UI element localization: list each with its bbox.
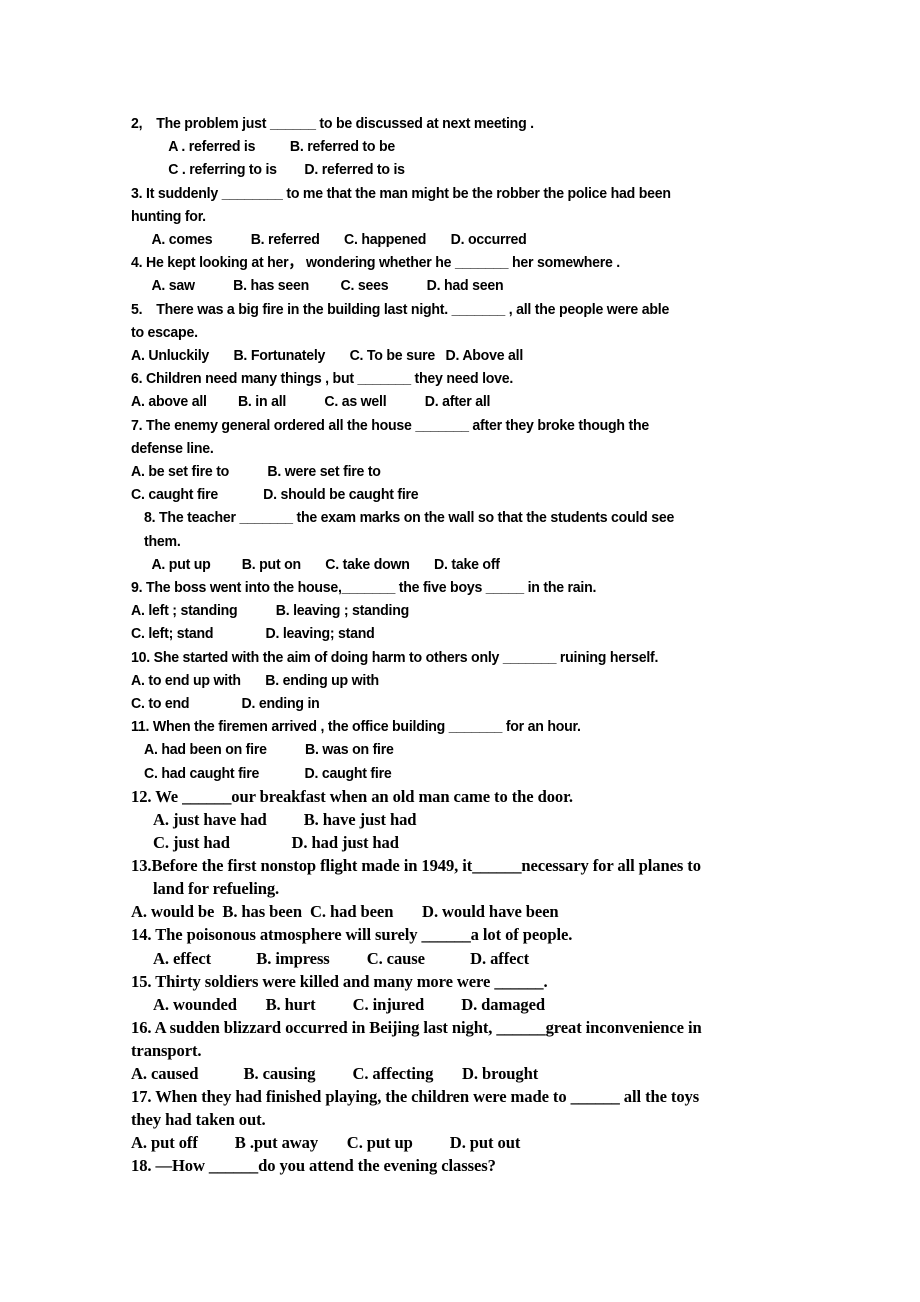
question-5: 5. There was a big fire in the building … bbox=[131, 298, 791, 368]
question-7-options-cd[interactable]: C. caught fire D. should be caught fire bbox=[131, 483, 791, 506]
question-17: 17. When they had finished playing, the … bbox=[131, 1085, 791, 1154]
question-11-options-cd[interactable]: C. had caught fire D. caught fire bbox=[131, 762, 791, 785]
question-9-options-ab[interactable]: A. left ; standing B. leaving ; standing bbox=[131, 599, 791, 622]
question-15: 15. Thirty soldiers were killed and many… bbox=[131, 970, 791, 1016]
question-18: 18. —How ______do you attend the evening… bbox=[131, 1154, 791, 1177]
question-8-stem-line2: them. bbox=[144, 532, 181, 550]
question-2-options-cd[interactable]: C . referring to is D. referred to is bbox=[131, 158, 791, 181]
question-3-stem-line2: hunting for. bbox=[131, 207, 206, 225]
question-12-stem: 12. We ______our breakfast when an old m… bbox=[131, 786, 573, 806]
question-11-stem: 11. When the firemen arrived , the offic… bbox=[131, 718, 581, 736]
question-4: 4. He kept looking at her， wondering whe… bbox=[131, 251, 791, 297]
question-4-stem: 4. He kept looking at her， wondering whe… bbox=[131, 254, 620, 272]
question-17-stem-line1: 17. When they had finished playing, the … bbox=[131, 1087, 700, 1107]
question-12-options-cd[interactable]: C. just had D. had just had bbox=[131, 831, 791, 854]
question-17-stem-line2: they had taken out. bbox=[131, 1110, 266, 1130]
question-16-options[interactable]: A. caused B. causing C. affecting D. bro… bbox=[131, 1062, 791, 1085]
question-3: 3. It suddenly ________ to me that the m… bbox=[131, 182, 791, 252]
question-5-stem-line1: 5. There was a big fire in the building … bbox=[131, 300, 670, 318]
question-7-stem-line1: 7. The enemy general ordered all the hou… bbox=[131, 416, 649, 434]
question-14-stem: 14. The poisonous atmosphere will surely… bbox=[131, 925, 573, 945]
question-6-stem: 6. Children need many things , but _____… bbox=[131, 370, 514, 388]
questions-serif-block: 12. We ______our breakfast when an old m… bbox=[131, 785, 791, 1178]
question-9-stem: 9. The boss went into the house,_______ … bbox=[131, 579, 597, 597]
question-14-options[interactable]: A. effect B. impress C. cause D. affect bbox=[131, 947, 791, 970]
question-15-options[interactable]: A. wounded B. hurt C. injured D. damaged bbox=[131, 993, 791, 1016]
question-15-stem: 15. Thirty soldiers were killed and many… bbox=[131, 971, 548, 991]
question-5-options[interactable]: A. Unluckily B. Fortunately C. To be sur… bbox=[131, 344, 791, 367]
question-13-options[interactable]: A. would be B. has been C. had been D. w… bbox=[131, 900, 791, 923]
question-3-options[interactable]: A. comes B. referred C. happened D. occu… bbox=[131, 228, 791, 251]
question-16-stem-line2: transport. bbox=[131, 1040, 202, 1060]
question-9-options-cd[interactable]: C. left; stand D. leaving; stand bbox=[131, 622, 791, 645]
question-8-options[interactable]: A. put up B. put on C. take down D. take… bbox=[131, 553, 791, 576]
question-10-stem: 10. She started with the aim of doing ha… bbox=[131, 648, 659, 666]
question-7-stem-line2: defense line. bbox=[131, 439, 214, 457]
question-9: 9. The boss went into the house,_______ … bbox=[131, 576, 791, 646]
question-7-options-ab[interactable]: A. be set fire to B. were set fire to bbox=[131, 460, 791, 483]
question-3-stem-line1: 3. It suddenly ________ to me that the m… bbox=[131, 184, 671, 202]
question-8-stem-line1: 8. The teacher _______ the exam marks on… bbox=[144, 509, 675, 527]
question-6-options[interactable]: A. above all B. in all C. as well D. aft… bbox=[131, 390, 791, 413]
question-11: 11. When the firemen arrived , the offic… bbox=[131, 715, 791, 785]
question-6: 6. Children need many things , but _____… bbox=[131, 367, 791, 413]
question-2: 2, The problem just ______ to be discuss… bbox=[131, 112, 791, 182]
question-13-stem-line1: 13.Before the first nonstop flight made … bbox=[131, 856, 701, 876]
question-4-options[interactable]: A. saw B. has seen C. sees D. had seen bbox=[131, 274, 791, 297]
question-5-stem-line2: to escape. bbox=[131, 323, 198, 341]
question-10: 10. She started with the aim of doing ha… bbox=[131, 646, 791, 716]
question-12-options-ab[interactable]: A. just have had B. have just had bbox=[131, 808, 791, 831]
questions-sans-block: 2, The problem just ______ to be discuss… bbox=[131, 112, 791, 785]
worksheet-content: 2, The problem just ______ to be discuss… bbox=[131, 112, 791, 1177]
question-11-options-ab[interactable]: A. had been on fire B. was on fire bbox=[131, 738, 791, 761]
question-10-options-cd[interactable]: C. to end D. ending in bbox=[131, 692, 791, 715]
question-12: 12. We ______our breakfast when an old m… bbox=[131, 785, 791, 854]
question-13-stem-line2: land for refueling. bbox=[153, 879, 280, 899]
question-16: 16. A sudden blizzard occurred in Beijin… bbox=[131, 1016, 791, 1085]
worksheet-page: 2, The problem just ______ to be discuss… bbox=[0, 0, 920, 1302]
question-2-options-ab[interactable]: A . referred is B. referred to be bbox=[131, 135, 791, 158]
question-2-stem: 2, The problem just ______ to be discuss… bbox=[131, 115, 534, 132]
question-17-options[interactable]: A. put off B .put away C. put up D. put … bbox=[131, 1131, 791, 1154]
question-7: 7. The enemy general ordered all the hou… bbox=[131, 414, 791, 507]
question-16-stem-line1: 16. A sudden blizzard occurred in Beijin… bbox=[131, 1017, 702, 1037]
question-14: 14. The poisonous atmosphere will surely… bbox=[131, 923, 791, 969]
question-8: 8. The teacher _______ the exam marks on… bbox=[131, 506, 791, 576]
question-18-stem: 18. —How ______do you attend the evening… bbox=[131, 1156, 496, 1176]
question-13: 13.Before the first nonstop flight made … bbox=[131, 854, 791, 923]
question-10-options-ab[interactable]: A. to end up with B. ending up with bbox=[131, 669, 791, 692]
